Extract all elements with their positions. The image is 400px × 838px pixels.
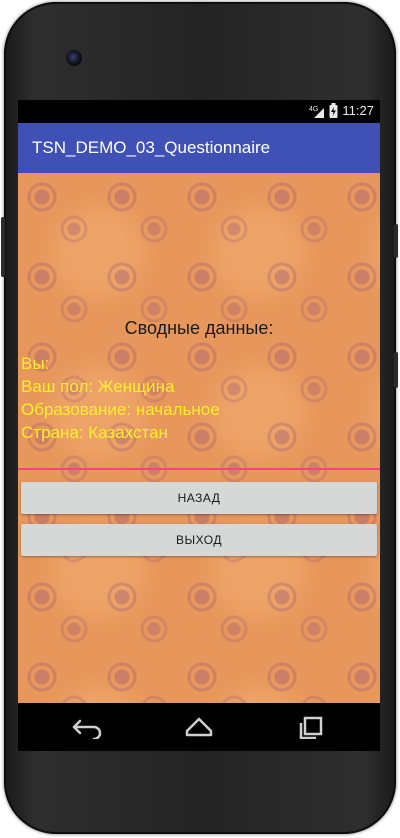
recents-icon[interactable] <box>296 715 326 739</box>
network-4g-icon: 4G <box>309 106 325 118</box>
summary-line: Страна: Казахстан <box>21 423 168 442</box>
back-icon[interactable] <box>70 715 104 739</box>
home-icon[interactable] <box>183 715 215 739</box>
navigation-bar <box>18 703 380 751</box>
back-button[interactable]: НАЗАД <box>21 482 377 514</box>
exit-button[interactable]: ВЫХОД <box>21 524 377 556</box>
app-bar: TSN_DEMO_03_Questionnaire <box>18 123 380 173</box>
summary-title: Сводные данные: <box>124 318 274 338</box>
main-content: Сводные данные: Вы: Ваш пол: Женщина Обр… <box>18 173 380 703</box>
screen: 4G 11:27 TSN_DEMO_03_Questionnaire Сводн… <box>18 100 380 703</box>
volume-button <box>394 352 398 388</box>
battery-charging-icon <box>329 103 338 118</box>
divider <box>18 468 380 470</box>
summary-line: Ваш пол: Женщина <box>21 377 175 396</box>
network-label: 4G <box>309 106 318 113</box>
app-title: TSN_DEMO_03_Questionnaire <box>32 138 271 157</box>
front-camera <box>66 50 82 66</box>
power-button <box>1 217 5 277</box>
summary-line: Вы: <box>21 354 50 373</box>
status-time: 11:27 <box>342 103 374 118</box>
status-icons: 4G 11:27 <box>309 103 374 118</box>
summary-line: Образование: начальное <box>21 400 220 419</box>
volume-button <box>394 224 398 258</box>
status-bar: 4G 11:27 <box>18 100 380 123</box>
